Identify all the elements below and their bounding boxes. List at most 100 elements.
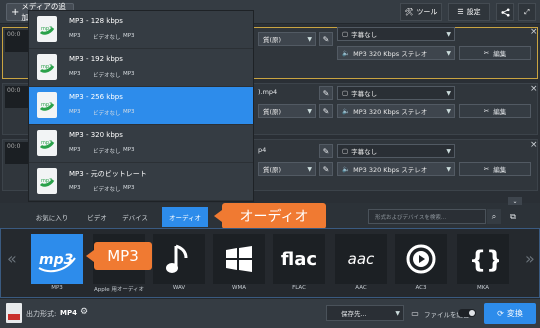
format-tile-mp3[interactable]: mp3	[31, 234, 83, 284]
preset-sub: ビデオなし	[93, 73, 121, 79]
preset-item[interactable]: mp3 MP3 - 元のビットレート MP3 ビデオなし MP3	[29, 163, 253, 201]
close-icon[interactable]: ×	[530, 84, 538, 94]
subtitle-label: 字幕なし	[351, 148, 378, 156]
format-tile-aac[interactable]: aac	[335, 234, 387, 284]
audio-select[interactable]: 🔈 MP3 320 Kbps ステレオ ▼	[337, 162, 455, 176]
callout-pointer	[86, 250, 94, 262]
svg-text:mp3: mp3	[41, 26, 52, 32]
edit-pen-button[interactable]: ✎	[319, 144, 333, 158]
close-icon[interactable]: ×	[530, 27, 538, 37]
search-icon[interactable]: ⌕	[487, 209, 501, 224]
mp3-file-icon: mp3	[37, 92, 57, 118]
tab-label: デバイス	[122, 214, 148, 222]
format-tile-mka[interactable]: {}	[457, 234, 509, 284]
preset-sub: MP3	[69, 185, 81, 191]
video-setting[interactable]: 質(原) ▼	[258, 104, 316, 118]
thumb-time: 00:0	[7, 87, 21, 94]
preset-sub: ビデオなし	[93, 35, 121, 41]
chevron-down-icon: ▼	[307, 107, 312, 115]
mka-icon: {}	[469, 246, 499, 274]
preset-item[interactable]: mp3 MP3 - 192 kbps MP3 ビデオなし MP3	[29, 49, 253, 87]
music-note-icon	[166, 244, 188, 273]
thumb-time: 00:0	[7, 31, 21, 38]
callout-pointer	[214, 210, 222, 222]
audio-select[interactable]: 🔈 MP3 320 Kbps ステレオ ▼	[337, 46, 455, 60]
convert-button[interactable]: ⟳ 変換	[484, 303, 536, 324]
video-setting[interactable]: 質(原) ▼	[258, 162, 316, 176]
plus-icon: +	[11, 6, 20, 18]
edit-button[interactable]: ✂ 編集	[459, 104, 531, 118]
preset-sub: ビデオなし	[93, 187, 121, 193]
folder-icon[interactable]: ▭	[408, 305, 422, 321]
preset-title: MP3 - 192 kbps	[69, 55, 123, 63]
mp3-file-icon: mp3	[37, 130, 57, 156]
svg-text:mp3: mp3	[41, 102, 52, 108]
speaker-icon: 🔈	[342, 107, 351, 115]
preset-sub: MP3	[69, 71, 81, 77]
tools-button[interactable]: 🛠 ツール	[400, 3, 442, 21]
output-format-label: 出力形式:	[26, 310, 57, 318]
play-circle-icon	[406, 244, 436, 274]
expand-button[interactable]: ⤢	[518, 3, 536, 21]
subtitle-select[interactable]: ▢ 字幕なし ▼	[337, 144, 455, 158]
format-tile-wav[interactable]	[153, 234, 205, 284]
chevron-down-icon: ▼	[446, 49, 451, 57]
tab-devices[interactable]: デバイス	[116, 207, 154, 227]
scissors-icon: ✂	[483, 49, 490, 57]
subtitle-select[interactable]: ▢ 字幕なし ▼	[337, 86, 455, 100]
video-setting-label: 質(原)	[263, 166, 282, 174]
close-icon[interactable]: ×	[530, 140, 538, 150]
tab-label: ビデオ	[87, 214, 107, 222]
output-format-value[interactable]: MP4	[60, 309, 77, 317]
chevron-left-icon[interactable]: «	[7, 249, 17, 268]
share-button[interactable]	[496, 3, 514, 21]
menu-icon: ☰	[457, 8, 464, 16]
preset-item[interactable]: mp3 MP3 - 320 kbps MP3 ビデオなし MP3	[29, 125, 253, 163]
preset-title: MP3 - 320 kbps	[69, 131, 123, 139]
collapse-button[interactable]: ⌄	[508, 197, 522, 205]
chevron-down-icon: ▼	[446, 165, 451, 173]
chevron-down-icon: ▼	[446, 107, 451, 115]
edit-button[interactable]: ✂ 編集	[459, 46, 531, 60]
format-tile-wma[interactable]	[213, 234, 265, 284]
edit-button[interactable]: ✂ 編集	[459, 162, 531, 176]
format-label: WAV	[172, 285, 186, 291]
edit-pen-button[interactable]: ✎	[319, 104, 333, 118]
chevron-right-icon[interactable]: »	[525, 249, 535, 268]
audio-label: MP3 320 Kbps ステレオ	[353, 50, 428, 58]
gear-icon[interactable]: ⚙	[80, 307, 88, 317]
audio-select[interactable]: 🔈 MP3 320 Kbps ステレオ ▼	[337, 104, 455, 118]
tab-label: お気に入り	[35, 214, 69, 222]
save-to-select[interactable]: 保存先... ▼	[326, 305, 404, 321]
tab-video[interactable]: ビデオ	[80, 207, 114, 227]
format-label: MP3	[51, 285, 63, 291]
speaker-icon: 🔈	[342, 49, 351, 57]
mp3-callout: MP3	[94, 242, 152, 270]
tab-audio[interactable]: オーディオ	[162, 207, 208, 227]
svg-text:mp3: mp3	[41, 140, 52, 146]
format-label: AAC	[355, 285, 367, 291]
edit-pen-button[interactable]: ✎	[319, 162, 333, 176]
scissors-icon: ✂	[483, 165, 490, 173]
format-search-input[interactable]: 形式およびデバイスを検索...	[368, 209, 486, 224]
video-setting[interactable]: 質(原) ▼	[258, 32, 316, 46]
edit-pen-button[interactable]: ✎	[319, 86, 333, 100]
subtitle-select[interactable]: ▢ 字幕なし ▼	[337, 27, 455, 41]
format-tile-flac[interactable]: flac	[273, 234, 325, 284]
tab-favorites[interactable]: お気に入り	[30, 207, 74, 227]
callout-label: MP3	[107, 247, 139, 265]
device-detect-icon[interactable]: ⧉	[506, 209, 520, 224]
svg-text:{}: {}	[469, 246, 499, 274]
preset-sub: MP3	[123, 71, 135, 77]
preset-item-selected[interactable]: mp3 MP3 - 256 kbps MP3 ビデオなし MP3	[29, 87, 253, 125]
chevron-down-icon: ▼	[446, 89, 451, 97]
merge-toggle[interactable]	[458, 309, 476, 317]
preset-item[interactable]: mp3 MP3 - 128 kbps MP3 ビデオなし MP3	[29, 11, 253, 49]
format-tile-ac3[interactable]	[395, 234, 447, 284]
edit-pen-button[interactable]: ✎	[319, 32, 333, 46]
settings-button[interactable]: ☰ 設定	[448, 3, 490, 21]
preset-sub: MP3	[69, 33, 81, 39]
chevron-down-icon: ▼	[395, 309, 400, 317]
audio-label: MP3 320 Kbps ステレオ	[353, 166, 428, 174]
double-chevron-down-icon: ⌄	[512, 197, 518, 205]
